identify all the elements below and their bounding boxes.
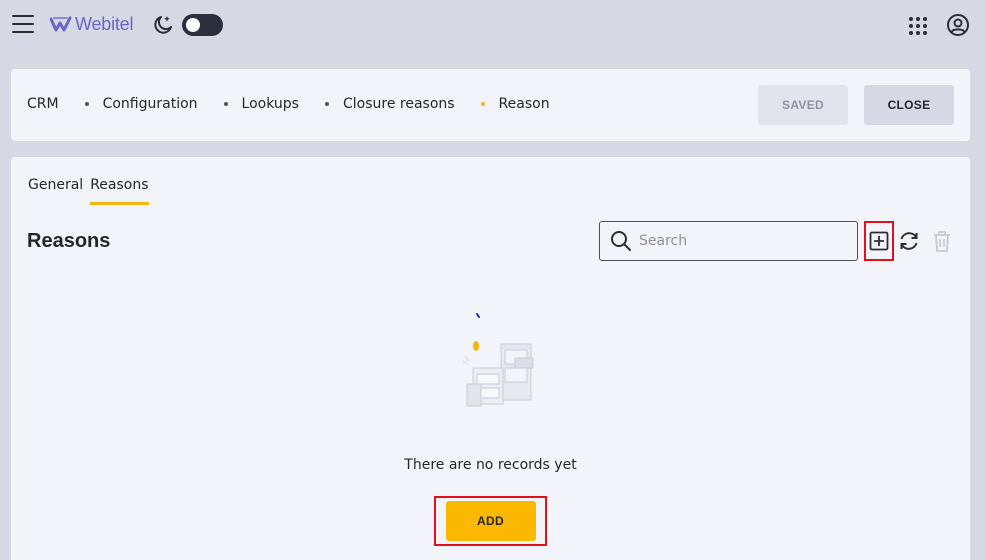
- tab-reasons[interactable]: Reasons: [90, 177, 149, 205]
- search-input[interactable]: [639, 233, 839, 249]
- webitel-logo-icon: [50, 16, 72, 31]
- breadcrumb-closure-reasons[interactable]: Closure reasons: [343, 96, 455, 112]
- breadcrumb-reason: Reason: [498, 96, 550, 112]
- trash-icon: [934, 231, 950, 252]
- empty-state-message: There are no records yet: [404, 457, 577, 473]
- header-panel: CRM Configuration Lookups Closure reason…: [11, 69, 970, 141]
- theme-toggle[interactable]: [182, 14, 223, 36]
- account-circle-icon[interactable]: [946, 13, 970, 37]
- top-bar: Webitel: [0, 0, 985, 53]
- search-box[interactable]: [599, 221, 858, 261]
- moon-stars-icon: [154, 16, 172, 34]
- apps-grid-icon[interactable]: [907, 15, 929, 37]
- add-button[interactable]: ADD: [445, 501, 536, 541]
- breadcrumb: CRM Configuration Lookups Closure reason…: [27, 96, 550, 112]
- breadcrumb-crm[interactable]: CRM: [27, 96, 59, 112]
- section-title: Reasons: [27, 230, 111, 252]
- add-button-highlight: ADD: [434, 496, 547, 546]
- breadcrumb-separator: [223, 102, 228, 106]
- logo-text: Webitel: [75, 14, 134, 34]
- breadcrumb-configuration[interactable]: Configuration: [103, 96, 198, 112]
- plus-square-icon[interactable]: [869, 231, 889, 251]
- refresh-icon[interactable]: [897, 229, 921, 253]
- empty-state-illustration: [462, 313, 534, 407]
- hamburger-menu-icon[interactable]: [12, 15, 34, 33]
- search-icon[interactable]: [609, 229, 633, 253]
- main-panel: General Reasons Reasons Search There are…: [11, 157, 970, 560]
- saved-button[interactable]: SAVED: [758, 85, 848, 125]
- close-button[interactable]: CLOSE: [864, 85, 954, 125]
- tab-general[interactable]: General: [28, 177, 83, 205]
- breadcrumb-lookups[interactable]: Lookups: [242, 96, 299, 112]
- logo[interactable]: Webitel: [50, 14, 133, 35]
- add-record-button[interactable]: [864, 221, 894, 261]
- toggle-knob: [186, 18, 200, 32]
- breadcrumb-separator: [84, 102, 89, 106]
- breadcrumb-separator-current: [480, 102, 485, 106]
- breadcrumb-separator: [324, 102, 329, 106]
- tabs: General Reasons: [28, 177, 156, 205]
